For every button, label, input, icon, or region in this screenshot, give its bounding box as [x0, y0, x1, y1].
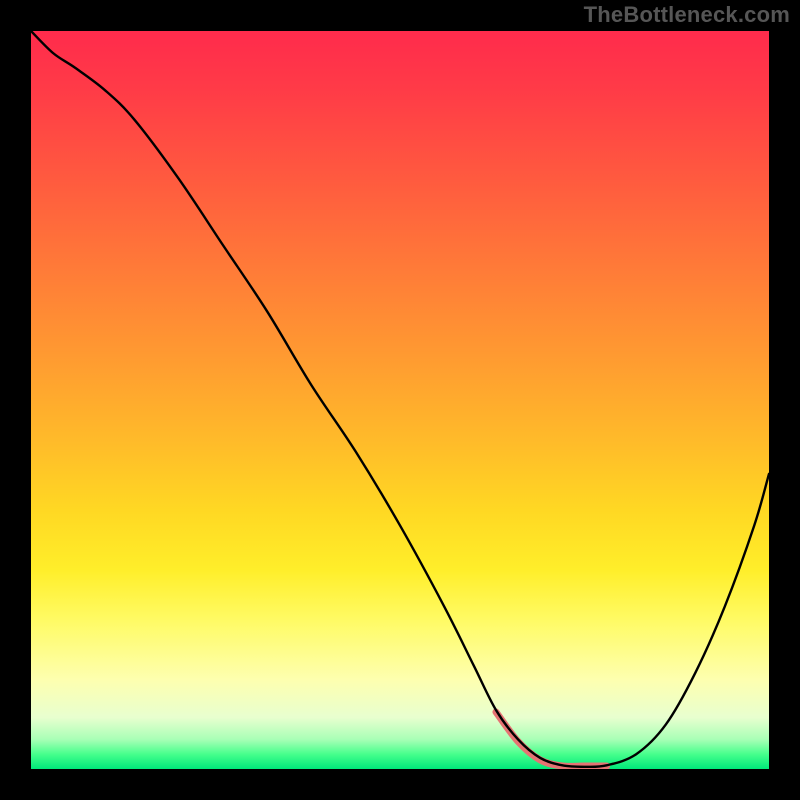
bottleneck-curve: [31, 31, 769, 767]
curve-highlight-segment: [496, 712, 607, 766]
watermark-text: TheBottleneck.com: [584, 2, 790, 28]
chart-area: [31, 31, 769, 769]
chart-svg: [31, 31, 769, 769]
